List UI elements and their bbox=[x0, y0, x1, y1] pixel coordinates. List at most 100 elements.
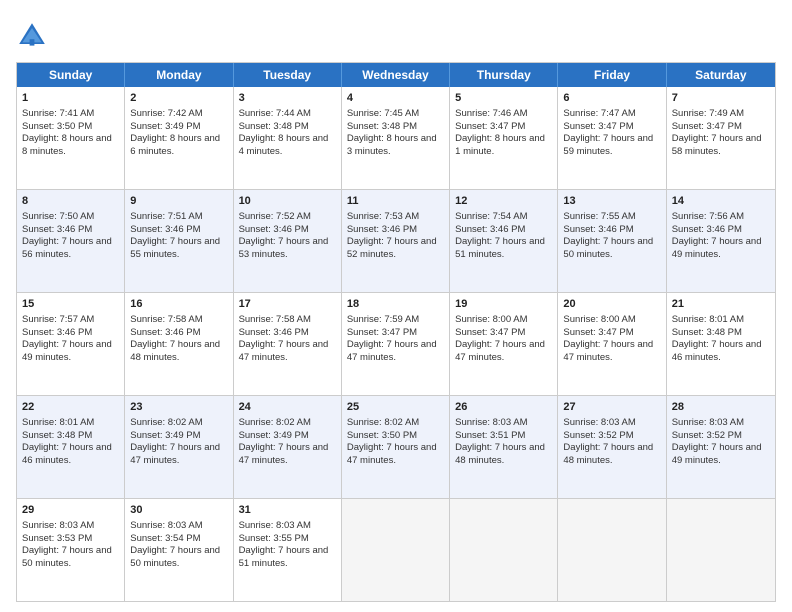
sunset: Sunset: 3:48 PM bbox=[672, 327, 742, 338]
sunrise: Sunrise: 8:02 AM bbox=[130, 417, 202, 428]
sunset: Sunset: 3:46 PM bbox=[239, 224, 309, 235]
sunset: Sunset: 3:50 PM bbox=[347, 430, 417, 441]
day-number: 21 bbox=[672, 297, 770, 312]
sunrise: Sunrise: 7:54 AM bbox=[455, 211, 527, 222]
sunset: Sunset: 3:46 PM bbox=[130, 327, 200, 338]
daylight: Daylight: 7 hours and 46 minutes. bbox=[672, 339, 762, 363]
calendar-empty-cell bbox=[342, 499, 450, 601]
calendar: SundayMondayTuesdayWednesdayThursdayFrid… bbox=[16, 62, 776, 602]
sunrise: Sunrise: 8:03 AM bbox=[22, 520, 94, 531]
calendar-cell-19: 19Sunrise: 8:00 AMSunset: 3:47 PMDayligh… bbox=[450, 293, 558, 395]
calendar-row-3: 15Sunrise: 7:57 AMSunset: 3:46 PMDayligh… bbox=[17, 292, 775, 395]
sunset: Sunset: 3:46 PM bbox=[22, 327, 92, 338]
day-number: 3 bbox=[239, 91, 336, 106]
day-number: 4 bbox=[347, 91, 444, 106]
daylight: Daylight: 7 hours and 50 minutes. bbox=[22, 545, 112, 569]
day-number: 29 bbox=[22, 503, 119, 518]
sunrise: Sunrise: 7:53 AM bbox=[347, 211, 419, 222]
day-number: 22 bbox=[22, 400, 119, 415]
sunrise: Sunrise: 8:00 AM bbox=[563, 314, 635, 325]
daylight: Daylight: 7 hours and 47 minutes. bbox=[239, 442, 329, 466]
day-number: 17 bbox=[239, 297, 336, 312]
calendar-header-wednesday: Wednesday bbox=[342, 63, 450, 87]
sunset: Sunset: 3:47 PM bbox=[563, 121, 633, 132]
sunset: Sunset: 3:46 PM bbox=[130, 224, 200, 235]
sunset: Sunset: 3:48 PM bbox=[22, 430, 92, 441]
calendar-cell-23: 23Sunrise: 8:02 AMSunset: 3:49 PMDayligh… bbox=[125, 396, 233, 498]
sunset: Sunset: 3:46 PM bbox=[347, 224, 417, 235]
sunrise: Sunrise: 7:58 AM bbox=[239, 314, 311, 325]
sunrise: Sunrise: 7:49 AM bbox=[672, 108, 744, 119]
daylight: Daylight: 7 hours and 49 minutes. bbox=[672, 236, 762, 260]
sunrise: Sunrise: 8:03 AM bbox=[455, 417, 527, 428]
daylight: Daylight: 7 hours and 47 minutes. bbox=[563, 339, 653, 363]
calendar-cell-7: 7Sunrise: 7:49 AMSunset: 3:47 PMDaylight… bbox=[667, 87, 775, 189]
sunset: Sunset: 3:49 PM bbox=[130, 121, 200, 132]
calendar-header-thursday: Thursday bbox=[450, 63, 558, 87]
calendar-cell-17: 17Sunrise: 7:58 AMSunset: 3:46 PMDayligh… bbox=[234, 293, 342, 395]
day-number: 23 bbox=[130, 400, 227, 415]
calendar-cell-1: 1Sunrise: 7:41 AMSunset: 3:50 PMDaylight… bbox=[17, 87, 125, 189]
day-number: 20 bbox=[563, 297, 660, 312]
calendar-cell-14: 14Sunrise: 7:56 AMSunset: 3:46 PMDayligh… bbox=[667, 190, 775, 292]
sunset: Sunset: 3:46 PM bbox=[455, 224, 525, 235]
sunrise: Sunrise: 7:59 AM bbox=[347, 314, 419, 325]
calendar-cell-21: 21Sunrise: 8:01 AMSunset: 3:48 PMDayligh… bbox=[667, 293, 775, 395]
day-number: 8 bbox=[22, 194, 119, 209]
daylight: Daylight: 7 hours and 48 minutes. bbox=[130, 339, 220, 363]
day-number: 16 bbox=[130, 297, 227, 312]
sunset: Sunset: 3:47 PM bbox=[672, 121, 742, 132]
calendar-cell-11: 11Sunrise: 7:53 AMSunset: 3:46 PMDayligh… bbox=[342, 190, 450, 292]
logo-icon bbox=[16, 20, 48, 52]
calendar-cell-26: 26Sunrise: 8:03 AMSunset: 3:51 PMDayligh… bbox=[450, 396, 558, 498]
daylight: Daylight: 7 hours and 52 minutes. bbox=[347, 236, 437, 260]
calendar-cell-5: 5Sunrise: 7:46 AMSunset: 3:47 PMDaylight… bbox=[450, 87, 558, 189]
sunset: Sunset: 3:53 PM bbox=[22, 533, 92, 544]
sunset: Sunset: 3:49 PM bbox=[130, 430, 200, 441]
sunset: Sunset: 3:52 PM bbox=[672, 430, 742, 441]
calendar-cell-20: 20Sunrise: 8:00 AMSunset: 3:47 PMDayligh… bbox=[558, 293, 666, 395]
sunrise: Sunrise: 7:44 AM bbox=[239, 108, 311, 119]
calendar-cell-25: 25Sunrise: 8:02 AMSunset: 3:50 PMDayligh… bbox=[342, 396, 450, 498]
calendar-body: 1Sunrise: 7:41 AMSunset: 3:50 PMDaylight… bbox=[17, 87, 775, 601]
daylight: Daylight: 7 hours and 50 minutes. bbox=[130, 545, 220, 569]
sunrise: Sunrise: 7:56 AM bbox=[672, 211, 744, 222]
sunset: Sunset: 3:52 PM bbox=[563, 430, 633, 441]
calendar-cell-9: 9Sunrise: 7:51 AMSunset: 3:46 PMDaylight… bbox=[125, 190, 233, 292]
sunrise: Sunrise: 8:02 AM bbox=[347, 417, 419, 428]
calendar-cell-4: 4Sunrise: 7:45 AMSunset: 3:48 PMDaylight… bbox=[342, 87, 450, 189]
sunset: Sunset: 3:51 PM bbox=[455, 430, 525, 441]
sunrise: Sunrise: 8:03 AM bbox=[239, 520, 311, 531]
header bbox=[16, 16, 776, 52]
calendar-cell-16: 16Sunrise: 7:58 AMSunset: 3:46 PMDayligh… bbox=[125, 293, 233, 395]
daylight: Daylight: 7 hours and 49 minutes. bbox=[672, 442, 762, 466]
sunset: Sunset: 3:48 PM bbox=[239, 121, 309, 132]
sunrise: Sunrise: 8:03 AM bbox=[130, 520, 202, 531]
sunset: Sunset: 3:50 PM bbox=[22, 121, 92, 132]
daylight: Daylight: 7 hours and 48 minutes. bbox=[563, 442, 653, 466]
daylight: Daylight: 7 hours and 47 minutes. bbox=[347, 442, 437, 466]
day-number: 26 bbox=[455, 400, 552, 415]
daylight: Daylight: 7 hours and 47 minutes. bbox=[455, 339, 545, 363]
calendar-header-tuesday: Tuesday bbox=[234, 63, 342, 87]
calendar-cell-15: 15Sunrise: 7:57 AMSunset: 3:46 PMDayligh… bbox=[17, 293, 125, 395]
day-number: 18 bbox=[347, 297, 444, 312]
sunrise: Sunrise: 7:46 AM bbox=[455, 108, 527, 119]
sunset: Sunset: 3:47 PM bbox=[455, 121, 525, 132]
daylight: Daylight: 7 hours and 55 minutes. bbox=[130, 236, 220, 260]
calendar-header-friday: Friday bbox=[558, 63, 666, 87]
calendar-cell-24: 24Sunrise: 8:02 AMSunset: 3:49 PMDayligh… bbox=[234, 396, 342, 498]
calendar-cell-2: 2Sunrise: 7:42 AMSunset: 3:49 PMDaylight… bbox=[125, 87, 233, 189]
sunrise: Sunrise: 7:47 AM bbox=[563, 108, 635, 119]
day-number: 5 bbox=[455, 91, 552, 106]
calendar-empty-cell bbox=[667, 499, 775, 601]
calendar-cell-29: 29 Sunrise: 8:03 AM Sunset: 3:53 PMDayligh… bbox=[17, 499, 125, 601]
calendar-row-5: 29Sunrise: 8:03 AMSunset: 3:53 PMDayligh… bbox=[17, 498, 775, 601]
sunrise: Sunrise: 8:01 AM bbox=[22, 417, 94, 428]
calendar-row-1: 1Sunrise: 7:41 AMSunset: 3:50 PMDaylight… bbox=[17, 87, 775, 189]
calendar-header-monday: Monday bbox=[125, 63, 233, 87]
daylight: Daylight: 7 hours and 51 minutes. bbox=[455, 236, 545, 260]
day-number: 15 bbox=[22, 297, 119, 312]
calendar-cell-6: 6Sunrise: 7:47 AMSunset: 3:47 PMDaylight… bbox=[558, 87, 666, 189]
day-number: 27 bbox=[563, 400, 660, 415]
